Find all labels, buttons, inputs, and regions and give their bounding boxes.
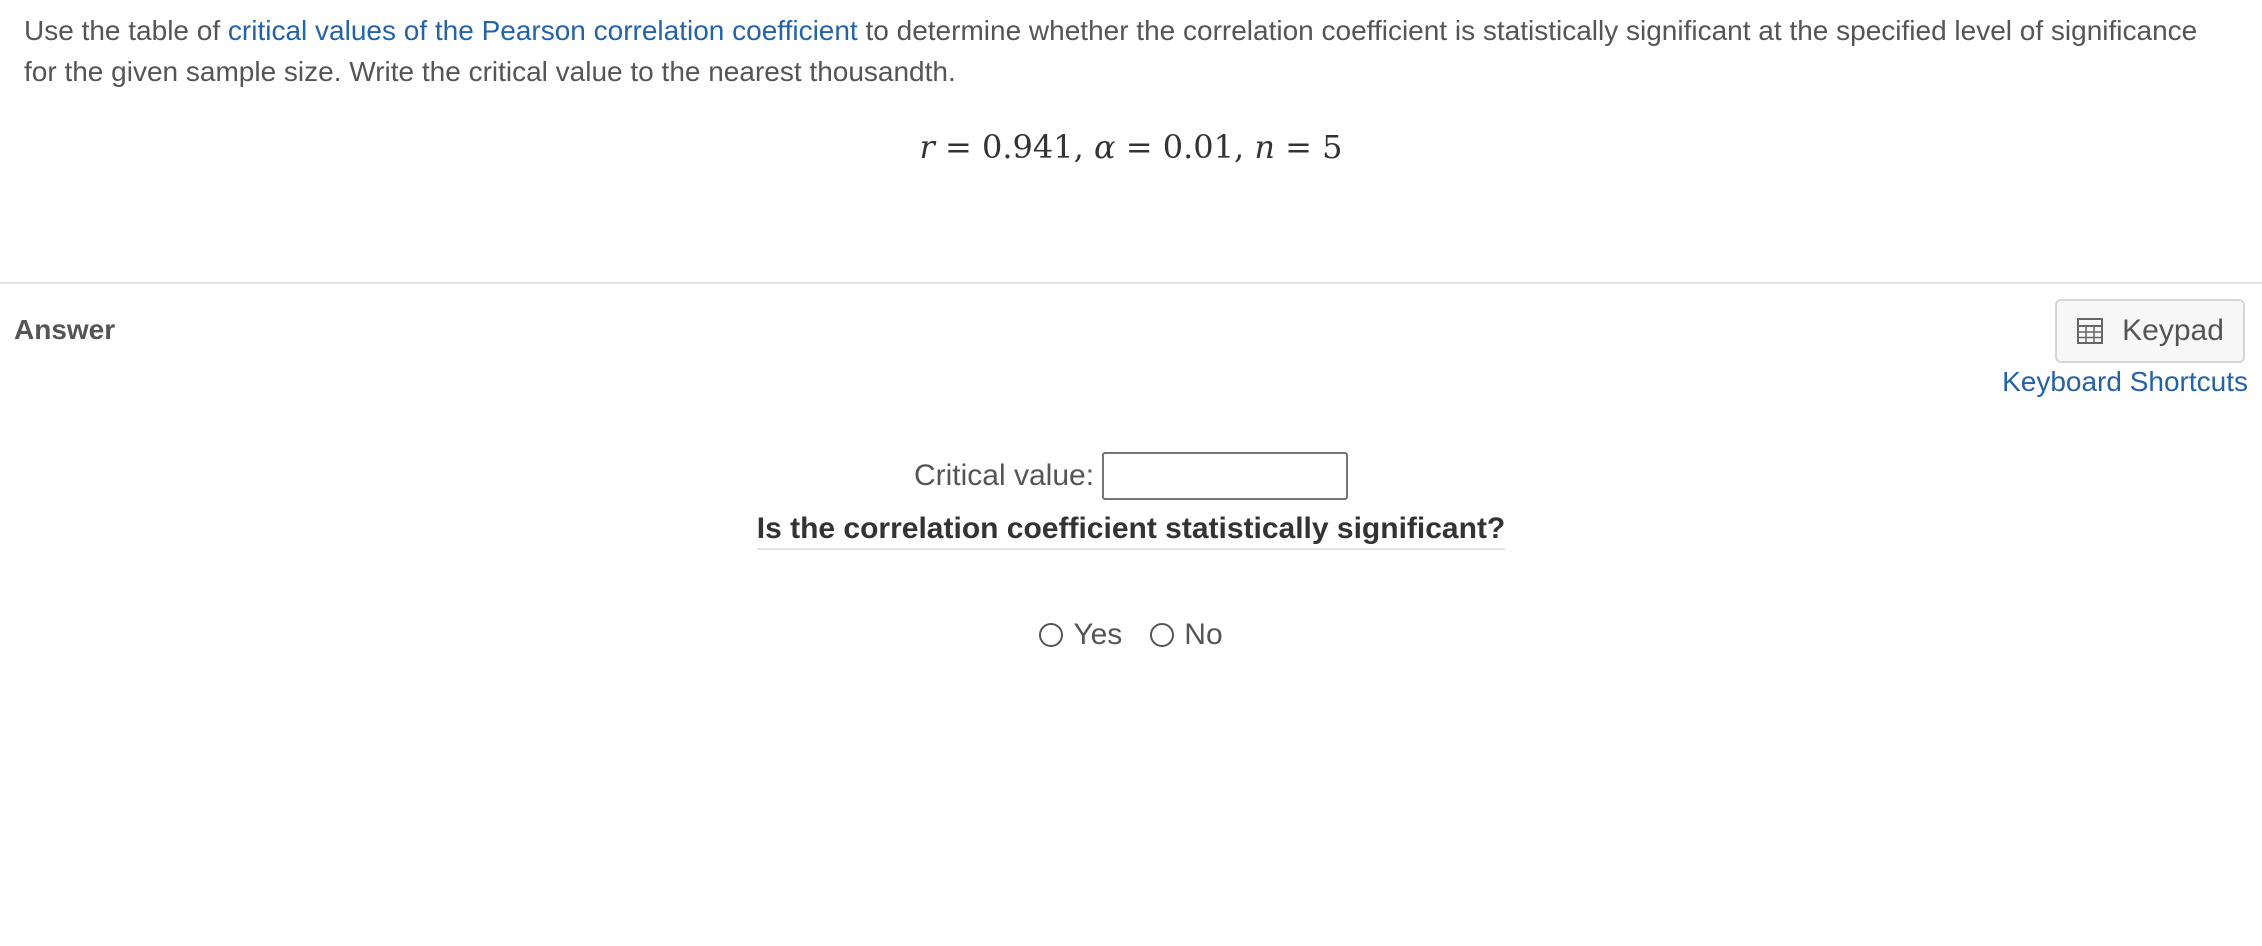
choice-no[interactable]: No [1150, 618, 1223, 652]
keypad-label: Keypad [2122, 314, 2224, 347]
significance-choices: Yes No [0, 618, 2262, 652]
pearson-table-link[interactable]: critical values of the Pearson correlati… [228, 15, 858, 46]
formula-alpha-value: 0.01 [1162, 128, 1234, 166]
formula-n-var: n [1254, 128, 1275, 166]
calculator-icon [2077, 318, 2104, 344]
critical-value-row: Critical value: [0, 452, 2262, 500]
radio-no[interactable] [1150, 623, 1175, 647]
formula-r-var: r [919, 128, 935, 166]
question-text-before: Use the table of [24, 15, 228, 46]
critical-value-label: Critical value: [913, 459, 1095, 492]
formula-r-value: 0.941 [982, 128, 1074, 166]
formula-alpha-var: α [1093, 128, 1116, 166]
keypad-button[interactable]: Keypad [2055, 299, 2245, 363]
choice-no-label: No [1184, 618, 1223, 651]
choice-yes-label: Yes [1073, 618, 1123, 651]
significance-question-text: Is the correlation coefficient statistic… [756, 512, 1506, 550]
significance-question: Is the correlation coefficient statistic… [0, 512, 2262, 550]
answer-heading: Answer [14, 314, 116, 345]
keyboard-shortcuts-link[interactable]: Keyboard Shortcuts [2002, 366, 2248, 398]
section-divider [0, 282, 2262, 284]
question-text: Use the table of critical values of the … [24, 10, 2224, 92]
formula-n-value: 5 [1322, 128, 1343, 166]
choice-yes[interactable]: Yes [1039, 618, 1122, 652]
critical-value-input[interactable] [1102, 452, 1349, 500]
given-values-formula: r = 0.941, α = 0.01, n = 5 [919, 128, 1343, 166]
radio-yes[interactable] [1039, 623, 1064, 647]
